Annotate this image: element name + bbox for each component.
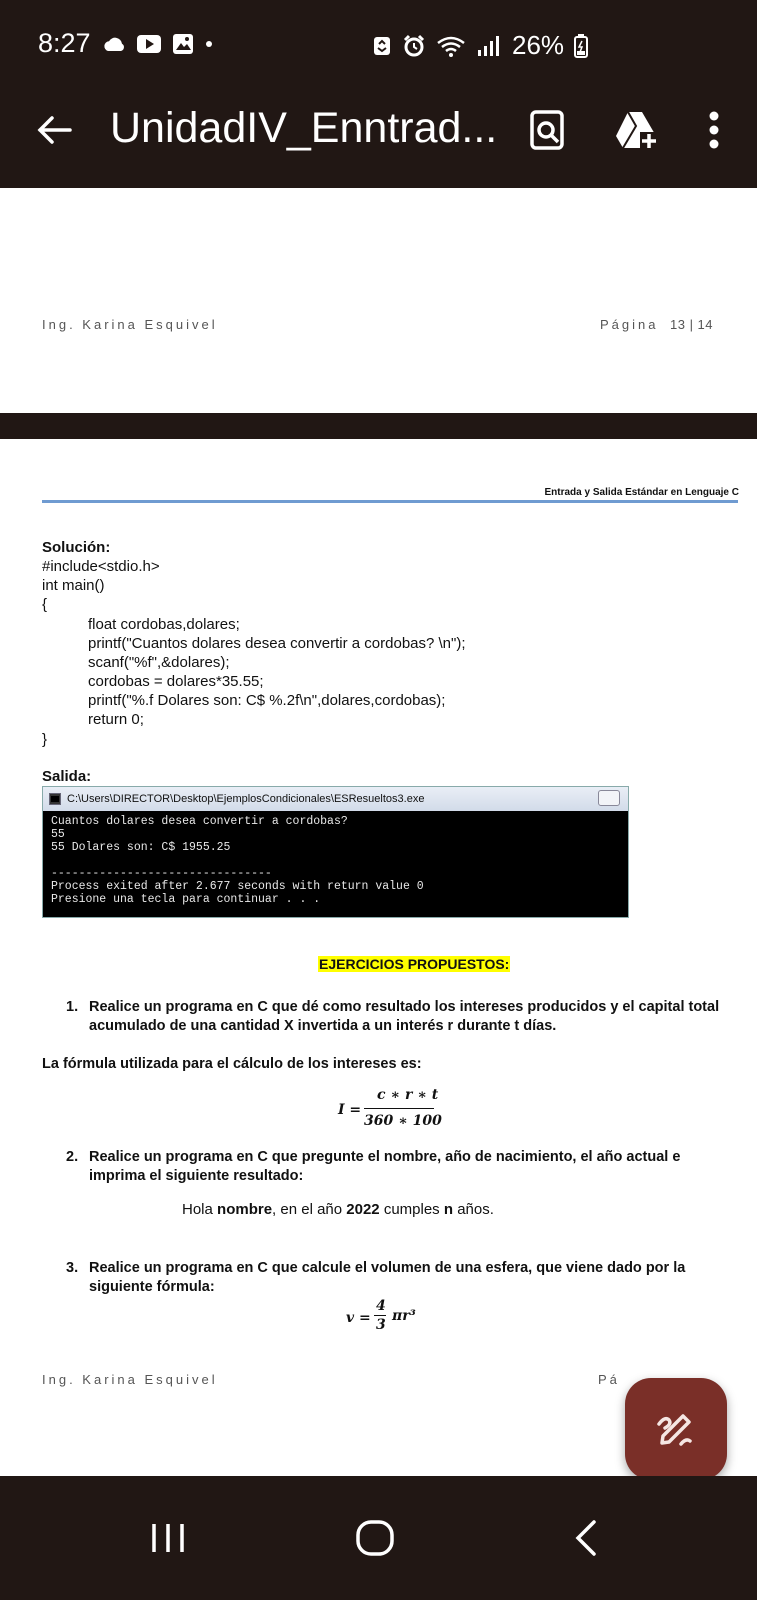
edit-pen-icon <box>657 1414 692 1446</box>
console-title-bar: C:\Users\DIRECTOR\Desktop\EjemplosCondic… <box>43 787 628 811</box>
code-line: scanf("%f",&dolares); <box>88 654 230 671</box>
formula-denominator: 360 ∗ 100 <box>364 1113 442 1129</box>
console-line: 55 Dolares son: C$ 1955.25 <box>51 841 231 854</box>
hola-text: años. <box>453 1201 494 1218</box>
console-line: -------------------------------- <box>51 867 272 880</box>
hola-bold: nombre <box>217 1201 273 1218</box>
battery-icon <box>574 33 589 58</box>
page-footer-author: Ing. Karina Esquivel <box>42 1372 218 1387</box>
formula-denominator: 3 <box>376 1317 386 1333</box>
more-vertical-icon[interactable] <box>690 106 738 154</box>
code-line: #include<stdio.h> <box>42 558 160 575</box>
console-minimize-icon <box>598 790 620 806</box>
search-document-icon[interactable] <box>524 106 572 154</box>
recent-apps-icon[interactable] <box>146 1518 190 1558</box>
page-footer-label: Pá <box>598 1372 620 1387</box>
console-output: Cuantos dolares desea convertir a cordob… <box>43 811 628 910</box>
status-time: 8:27 <box>38 28 91 58</box>
hola-text: , en el año <box>272 1201 347 1218</box>
dot-icon <box>206 41 212 47</box>
exercise-number: 2. <box>66 1149 79 1165</box>
console-window-title: C:\Users\DIRECTOR\Desktop\EjemplosCondic… <box>67 793 425 805</box>
hola-bold: 2022 <box>346 1201 380 1218</box>
app-bar: UnidadIV_Enntrad... <box>0 74 757 188</box>
alarm-icon <box>403 34 425 56</box>
back-icon[interactable] <box>568 1518 612 1558</box>
code-line: float cordobas,dolares; <box>88 616 240 633</box>
status-system-icons: 26% <box>372 30 589 61</box>
document-viewer[interactable]: Ing. Karina Esquivel Página 13 | 14 Entr… <box>0 188 757 1476</box>
expected-output-line: Hola nombre, en el año 2022 cumples n añ… <box>182 1201 494 1218</box>
formula-rhs: πr³ <box>392 1308 416 1324</box>
prev-page-label: Página <box>600 317 659 332</box>
prev-page-number: 13 | 14 <box>670 317 714 332</box>
prev-page-footer-author: Ing. Karina Esquivel <box>42 317 218 332</box>
console-line: Process exited after 2.677 seconds with … <box>51 880 424 893</box>
edit-fab-button[interactable] <box>625 1378 727 1480</box>
home-icon[interactable] <box>353 1518 397 1558</box>
exercise-text: Realice un programa en C que pregunte el… <box>89 1149 681 1184</box>
formula-numerator: 4 <box>376 1298 386 1314</box>
code-line: cordobas = dolares*35.55; <box>88 673 264 690</box>
gallery-icon <box>173 34 193 54</box>
exercise-number: 3. <box>66 1260 79 1276</box>
formula-lhs: I = <box>338 1102 362 1118</box>
code-line: int main() <box>42 577 105 594</box>
exercises-title: EJERCICIOS PROPUESTOS: <box>318 956 511 972</box>
back-arrow-icon[interactable] <box>34 110 74 150</box>
sphere-volume-formula: v = 4 3 πr³ <box>346 1298 436 1344</box>
hola-text: Hola <box>182 1201 218 1218</box>
exercise-number: 1. <box>66 999 79 1015</box>
console-line: Presione una tecla para continuar . . . <box>51 893 321 906</box>
formula-lhs: v = <box>346 1310 371 1326</box>
solution-title: Solución: <box>42 539 111 556</box>
system-nav-bar <box>0 1476 757 1600</box>
youtube-icon <box>137 35 161 53</box>
code-line: printf("%.f Dolares son: C$ %.2f\n",dola… <box>88 692 446 709</box>
page-header: Entrada y Salida Estándar en Lenguaje C <box>544 487 739 498</box>
wifi-icon <box>437 36 465 57</box>
code-line: } <box>42 731 48 748</box>
output-title: Salida: <box>42 768 92 785</box>
page-separator <box>0 413 757 439</box>
formula-label: La fórmula utilizada para el cálculo de … <box>42 1056 422 1072</box>
code-line: { <box>42 596 48 613</box>
hola-bold: n <box>443 1201 454 1218</box>
header-rule <box>42 500 738 503</box>
document-title: UnidadIV_Enntrad... <box>110 104 498 152</box>
recycle-icon <box>374 36 390 55</box>
console-line: Cuantos dolares desea convertir a cordob… <box>51 815 348 828</box>
status-notification-icons <box>102 33 214 55</box>
cloud-icon <box>104 37 124 51</box>
hola-text: cumples <box>379 1201 444 1218</box>
console-screenshot: C:\Users\DIRECTOR\Desktop\EjemplosCondic… <box>42 786 629 918</box>
console-line: 55 <box>51 828 65 841</box>
battery-percent: 26% <box>512 30 565 60</box>
console-app-icon <box>49 793 61 805</box>
interest-formula: I = c ∗ r ∗ t 360 ∗ 100 <box>338 1087 448 1137</box>
exercise-text: Realice un programa en C que calcule el … <box>89 1260 686 1295</box>
exercise-text: Realice un programa en C que dé como res… <box>89 999 720 1034</box>
fraction-bar <box>374 1315 386 1316</box>
code-line: printf("Cuantos dolares desea convertir … <box>88 635 466 652</box>
formula-numerator: c ∗ r ∗ t <box>377 1087 439 1103</box>
fraction-bar <box>364 1108 434 1109</box>
status-bar: 8:27 26% <box>0 0 757 74</box>
add-to-drive-icon[interactable] <box>612 106 660 154</box>
code-line: return 0; <box>88 711 144 728</box>
signal-icon <box>478 35 499 56</box>
